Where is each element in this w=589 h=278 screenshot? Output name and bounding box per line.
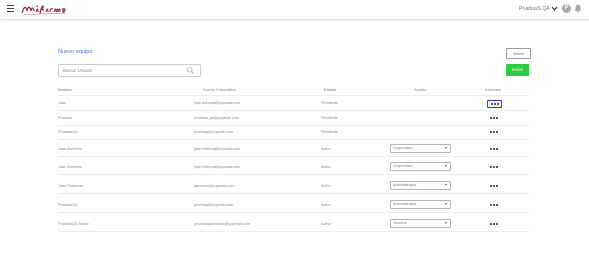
access-select-value: General [393,221,407,226]
access-select-value: Corporativo [393,146,413,151]
row-status: Activo [321,203,332,207]
row-status: Activo [321,184,332,188]
invite-button[interactable]: Invitar [506,64,529,76]
search-placeholder: Buscar Usuario [63,68,93,73]
row-email: juan.mifirma@yopmail.com [194,165,240,169]
top-bar: PruebasS QA P [0,0,589,19]
row-divider [58,231,529,232]
access-select[interactable]: Corporativo [390,144,451,153]
access-select[interactable]: Administrador [390,181,451,190]
back-button[interactable]: Volver [506,48,531,59]
more-actions-icon[interactable] [487,221,501,227]
dropdown-arrow-icon [445,165,447,168]
row-name: Juan [58,101,67,105]
row-divider [58,110,529,111]
user-icon[interactable]: P [562,4,571,13]
row-status: Activo [321,165,332,169]
search-input[interactable]: Buscar Usuario [58,64,201,77]
search-icon[interactable] [187,66,194,74]
row-divider [58,139,529,140]
more-actions-icon[interactable] [487,100,502,108]
more-actions-icon[interactable] [487,183,501,189]
row-divider [58,125,529,126]
header-access: Acceso [414,87,427,92]
row-name: Juan Acevedo [58,165,82,169]
header-status: Estado [324,87,337,92]
row-name: Pruebas [58,116,73,120]
mifirma-logo[interactable] [20,2,68,16]
more-actions-icon[interactable] [487,164,501,170]
chevron-down-icon[interactable] [551,5,558,12]
access-select-value: Administrador [393,183,417,188]
access-select[interactable]: Corporativo [390,162,451,171]
dropdown-arrow-icon [445,203,447,206]
row-email: pruebqa@yopmail.com [194,130,234,134]
row-email: pruebqa@yopmail.com [194,203,234,207]
page-title: Nuevo equipo [58,49,93,55]
menu-icon[interactable] [7,5,14,13]
row-email: pruebas_qa@yopmail.com [194,116,240,120]
user-name[interactable]: PruebasS QA [519,6,550,12]
row-email: pruebasqamirmaa@yopmail.com [194,222,250,226]
row-name: PruebasQA [58,203,78,207]
row-name: PruebasQA [58,130,78,134]
header-name: Nombre [58,87,72,92]
access-select-value: Corporativo [393,164,413,169]
row-status: Pendiente [321,116,339,120]
more-actions-icon[interactable] [487,129,501,135]
header-divider [58,95,529,96]
more-actions-icon[interactable] [487,202,501,208]
row-name: Juan Pertomar [58,184,83,188]
dropdown-arrow-icon [445,147,447,150]
row-status: Pendiente [321,130,339,134]
row-email: juan.mifirma@yopmail.com [194,147,240,151]
row-email: juan.dohmia@yopmail.com [194,101,240,105]
row-status: Activo [321,222,332,226]
row-email: jatchoma@yopmail.com [194,184,235,188]
row-divider [58,174,529,175]
row-divider [58,212,529,213]
row-name: PruebasQA Tester [58,222,89,226]
row-name: Juan Acevedo [58,147,82,151]
row-status: Pendiente [321,101,339,105]
row-divider [58,193,529,194]
dropdown-arrow-icon [445,184,447,187]
bell-icon[interactable] [574,4,582,13]
more-actions-icon[interactable] [487,146,501,152]
header-email: Correo Corporativo [203,87,237,92]
dropdown-arrow-icon [445,222,447,225]
row-divider [58,156,529,157]
access-select[interactable]: Administrador [390,200,451,209]
row-status: Activo [321,147,332,151]
header-actions: Acciones [485,87,501,92]
access-select[interactable]: General [390,219,451,228]
more-actions-icon[interactable] [487,115,501,121]
access-select-value: Administrador [393,202,417,207]
